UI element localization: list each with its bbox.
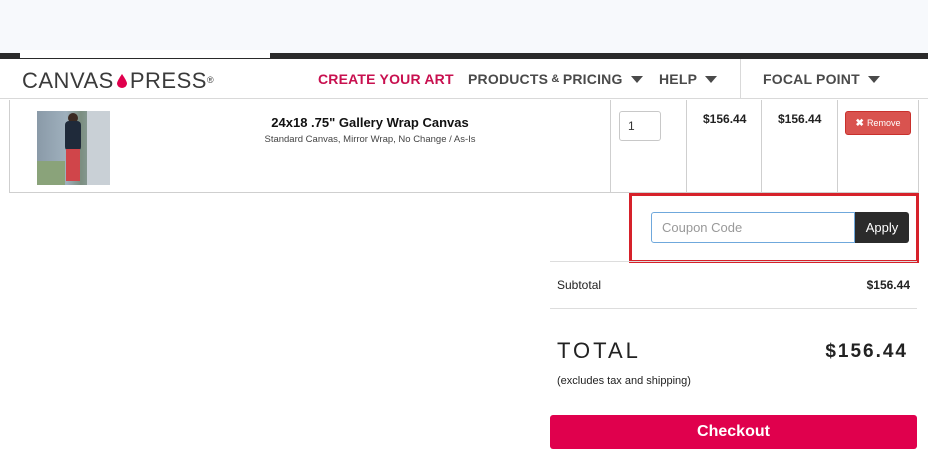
subtotal-value: $156.44 <box>866 278 910 292</box>
column-divider <box>610 100 611 192</box>
nav-focal-label: FOCAL POINT <box>763 71 860 87</box>
site-header: CANVAS PRESS ® CREATE YOUR ART PRODUCTS … <box>0 59 928 99</box>
chevron-down-icon <box>867 75 880 83</box>
logo-text-left: CANVAS <box>22 68 114 93</box>
canvas-press-logo[interactable]: CANVAS PRESS ® <box>22 68 214 94</box>
subtotal-label: Subtotal <box>557 278 602 292</box>
apply-coupon-button[interactable]: Apply <box>855 212 909 243</box>
product-options: Standard Canvas, Mirror Wrap, No Change … <box>264 134 476 145</box>
coupon-code-input[interactable]: Coupon Code <box>651 212 855 243</box>
cart-item-row: 24x18 .75" Gallery Wrap Canvas Standard … <box>9 100 919 193</box>
logo-text-right: PRESS <box>129 68 207 93</box>
thumbnail-door <box>87 111 110 185</box>
chevron-down-icon <box>630 75 643 83</box>
column-divider <box>837 100 838 192</box>
remove-label: Remove <box>866 118 901 128</box>
chevron-down-icon <box>705 75 718 83</box>
unit-price: $156.44 <box>703 112 747 126</box>
nav-pricing-label: PRICING <box>562 71 623 87</box>
close-icon: ✖ <box>855 117 864 129</box>
summary-divider <box>550 308 917 309</box>
browser-tab[interactable] <box>20 50 270 58</box>
thumbnail-person-legs <box>66 149 80 181</box>
nav-products-label: PRODUCTS <box>468 71 549 87</box>
nav-create-label: CREATE YOUR ART <box>318 71 454 87</box>
browser-top-area <box>0 0 928 56</box>
thumbnail-grass <box>37 161 65 185</box>
checkout-button[interactable]: Checkout <box>550 415 917 449</box>
total-value: $156.44 <box>825 341 908 362</box>
nav-help[interactable]: HELP <box>659 59 718 99</box>
quantity-input[interactable]: 1 <box>619 111 661 141</box>
product-thumbnail[interactable] <box>37 111 110 185</box>
total-note: (excludes tax and shipping) <box>557 375 691 387</box>
nav-divider <box>740 59 741 99</box>
logo-registered-mark: ® <box>206 75 215 85</box>
product-title: 24x18 .75" Gallery Wrap Canvas <box>271 115 469 130</box>
remove-button[interactable]: ✖ Remove <box>845 111 911 135</box>
column-divider <box>686 100 687 192</box>
thumbnail-person-body <box>65 121 81 151</box>
total-label: TOTAL <box>557 338 641 363</box>
line-total: $156.44 <box>778 112 822 126</box>
nav-focal-point[interactable]: FOCAL POINT <box>763 59 880 99</box>
summary-divider <box>550 261 917 262</box>
nav-help-label: HELP <box>659 71 698 87</box>
drop-icon <box>116 74 127 88</box>
nav-products-amp: & <box>548 73 563 85</box>
nav-create-your-art[interactable]: CREATE YOUR ART <box>318 59 454 99</box>
column-divider <box>761 100 762 192</box>
nav-products-pricing[interactable]: PRODUCTS & PRICING <box>468 59 643 99</box>
